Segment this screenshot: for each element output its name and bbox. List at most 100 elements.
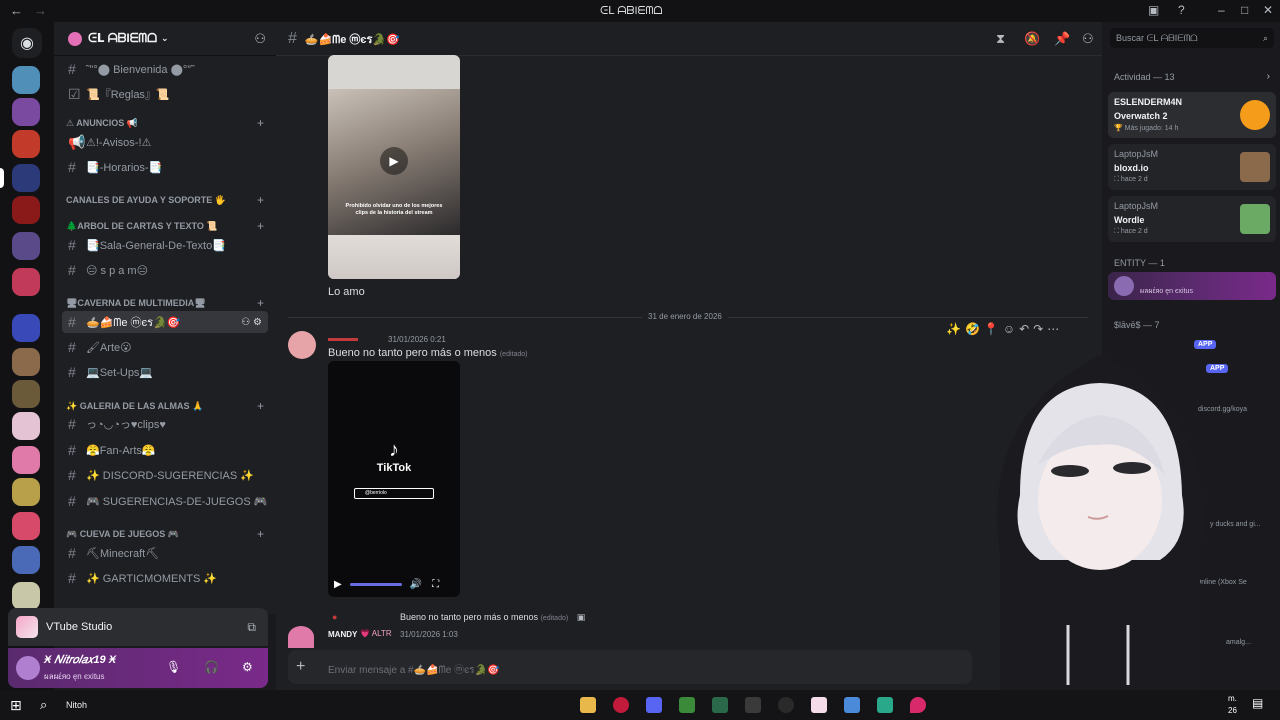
server-icon[interactable] — [12, 478, 40, 506]
server-icon[interactable] — [12, 348, 40, 376]
channel-item[interactable]: # っ◔◡◔っ♥clips♥ — [62, 413, 268, 435]
folder-icon[interactable] — [12, 314, 40, 342]
video-attachment[interactable]: ♪ TikTok @berriolo ▶ 🔊 ⛶ — [328, 361, 460, 597]
obs-icon[interactable] — [778, 697, 794, 713]
progress-bar[interactable] — [349, 582, 402, 586]
channel-settings-icon[interactable]: ⚇ ⚙ — [241, 317, 262, 328]
search-icon[interactable]: ⌕ — [40, 697, 47, 713]
server-folder-icon[interactable] — [12, 268, 40, 296]
vtube-studio-activity[interactable]: VTube Studio ⧉ — [8, 608, 268, 646]
add-channel-icon[interactable]: + — [257, 527, 264, 541]
channel-item-active[interactable]: # 🥧🍰ᗰe ⓜєร🐊🎯 ⚇ ⚙ — [62, 311, 268, 333]
back-arrow-icon[interactable]: ← — [10, 3, 23, 18]
add-channel-icon[interactable]: + — [257, 193, 264, 207]
avatar[interactable] — [288, 626, 314, 648]
minecraft-icon[interactable] — [679, 697, 695, 713]
channel-item[interactable]: # ⛏Minecraft⛏ — [62, 542, 268, 564]
forward-arrow-icon[interactable]: → — [34, 3, 47, 18]
add-channel-icon[interactable]: + — [257, 399, 264, 413]
vtube-studio-icon[interactable] — [811, 697, 827, 713]
play-icon[interactable]: ▶ — [334, 579, 342, 590]
inbox-icon[interactable]: ▣ — [1148, 3, 1159, 17]
channel-item[interactable]: # ✨ DISCORD-SUGERENCIAS ✨ — [62, 464, 268, 486]
channel-item[interactable]: ☑ 📜『Reglas』📜 — [62, 83, 268, 105]
discord-icon[interactable] — [646, 697, 662, 713]
category-header[interactable]: 🌲ARBOL DE CARTAS Y TEXTO 📜 + — [66, 219, 268, 233]
invite-people-icon[interactable]: ⚇ — [254, 31, 266, 47]
file-explorer-icon[interactable] — [580, 697, 596, 713]
message-author[interactable]: ▬▬▬ — [328, 333, 358, 344]
video-attachment[interactable]: ▶ Prohibido olvidar uno de los mejores c… — [328, 55, 460, 279]
server-folder-icon[interactable] — [12, 232, 40, 260]
server-folder-icon[interactable] — [12, 582, 40, 610]
volume-icon[interactable]: 🔊 — [410, 579, 422, 590]
server-icon[interactable] — [12, 512, 40, 540]
server-icon[interactable] — [12, 196, 40, 224]
opera-icon[interactable] — [613, 697, 629, 713]
chevron-right-icon[interactable]: › — [1267, 71, 1270, 82]
minimize-icon[interactable]: – — [1218, 3, 1225, 17]
member-item[interactable]: ผลผέяo ęn єxitus — [1108, 272, 1276, 300]
app-icon[interactable] — [844, 697, 860, 713]
message-author[interactable]: MANDY — [328, 630, 357, 639]
search-input[interactable]: Buscar ᕮᒪ ᗩᗷIᗴᗰᗝ ⌕ — [1110, 28, 1274, 48]
windows-start-icon[interactable]: ⊞ — [10, 697, 22, 714]
activity-card[interactable]: ESLENDERM4N Overwatch 2 🏆 Más jugado: 14… — [1108, 92, 1276, 138]
maximize-icon[interactable]: □ — [1241, 3, 1248, 17]
category-header[interactable]: 🎮 CUEVA DE JUEGOS 🎮 + — [66, 527, 268, 541]
app-icon[interactable] — [877, 697, 893, 713]
channel-item[interactable]: # 🎮 SUGERENCIAS-DE-JUEGOS 🎮 — [62, 490, 268, 512]
user-panel[interactable]: Ӿ 𝑁𝑖𝑡𝑟𝑜𝑙𝑎𝑥19 Ӿ ผลผέяo ęn єxitus 🎙 🎧 ⚙ — [8, 648, 268, 688]
server-icon[interactable] — [12, 164, 40, 192]
activity-card[interactable]: LaptopJsM Wordle ⛶ hace 2 d — [1108, 196, 1276, 242]
play-icon[interactable]: ▶ — [380, 147, 408, 175]
server-icon[interactable] — [12, 380, 40, 408]
headphones-icon[interactable]: 🎧 — [204, 660, 219, 674]
gear-icon[interactable]: ⚙ — [242, 660, 253, 674]
server-header[interactable]: ᕮᒪ ᗩᗷIᗴᗰᗝ ⌄ ⚇ — [54, 22, 276, 56]
reply-preview[interactable]: ● Bueno no tanto pero más o menos (edita… — [332, 612, 585, 623]
channel-item[interactable]: # 😑 s p a m😑 — [62, 259, 268, 281]
channel-item[interactable]: # 😤Fan-Arts😤 — [62, 439, 268, 461]
category-header[interactable]: ⚠ ANUNCIOS 📢 + — [66, 116, 268, 130]
channel-item[interactable]: 📢 ⚠!-Avisos-!⚠ — [62, 131, 268, 153]
add-channel-icon[interactable]: + — [257, 296, 264, 310]
discord-home-icon[interactable]: ◉ — [12, 28, 42, 58]
server-folder-icon[interactable] — [12, 546, 40, 574]
category-header[interactable]: CANALES DE AYUDA Y SOPORTE 🖐 + — [66, 193, 268, 207]
server-icon[interactable] — [12, 130, 40, 158]
pin-icon[interactable]: 📌 — [1054, 31, 1070, 47]
server-icon[interactable] — [12, 66, 40, 94]
fullscreen-icon[interactable]: ⛶ — [432, 579, 439, 590]
threads-icon[interactable]: ⧗ — [996, 31, 1005, 47]
channel-item[interactable]: # 🖌Arte😮 — [62, 336, 268, 358]
sparkle-icon[interactable]: ✨ — [946, 322, 961, 336]
category-header[interactable]: ✨ GALERIA DE LAS ALMAS 🙏 + — [66, 399, 268, 413]
microphone-icon[interactable]: 🎙 — [166, 660, 181, 674]
message-composer[interactable]: + Enviar mensaje a #🥧🍰ᗰe ⓜєร🐊🎯 — [288, 650, 972, 684]
server-icon[interactable] — [12, 412, 40, 440]
channel-item[interactable]: # ˜”°⬤ Bienvenida ⬤°”˜ — [62, 58, 268, 80]
add-attachment-icon[interactable]: + — [296, 658, 305, 676]
channel-item[interactable]: # 📑Sala-General-De-Texto📑 — [62, 234, 268, 256]
notifications-icon[interactable]: ▤ — [1252, 696, 1263, 710]
channel-item[interactable]: # ✨ GARTICMOMENTS ✨ — [62, 567, 268, 589]
avatar[interactable] — [16, 656, 40, 680]
app-icon[interactable] — [745, 697, 761, 713]
server-icon[interactable] — [12, 446, 40, 474]
channel-item[interactable]: # 💻Set-Ups💻 — [62, 361, 268, 383]
avatar[interactable] — [288, 331, 316, 359]
add-channel-icon[interactable]: + — [257, 219, 264, 233]
location-icon[interactable] — [910, 697, 926, 713]
member-list-icon[interactable]: ⚇ — [1082, 31, 1094, 47]
server-icon[interactable] — [12, 98, 40, 126]
category-header[interactable]: 🖥CAVERNA DE MULTIMEDIA🖥 + — [66, 296, 268, 310]
channel-item[interactable]: # 📑-Horarios-📑 — [62, 156, 268, 178]
screen-share-icon[interactable]: ⧉ — [247, 620, 256, 635]
close-icon[interactable]: ✕ — [1263, 3, 1273, 17]
add-channel-icon[interactable]: + — [257, 116, 264, 130]
help-icon[interactable]: ? — [1178, 3, 1185, 17]
activity-card[interactable]: LaptopJsM bloxd.io ⛶ hace 2 d — [1108, 144, 1276, 190]
mute-icon[interactable]: 🔕 — [1024, 31, 1040, 47]
app-icon[interactable] — [712, 697, 728, 713]
